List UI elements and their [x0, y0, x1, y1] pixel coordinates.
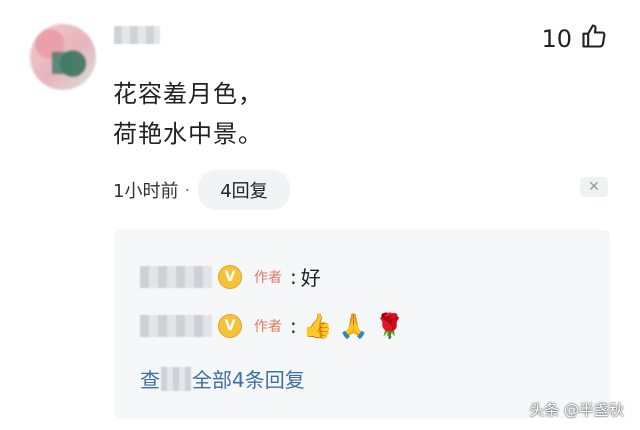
verified-badge-icon: V — [218, 314, 242, 338]
verified-badge-icon: V — [218, 264, 242, 289]
comment-line-1: 花容羞月色， — [113, 80, 263, 108]
like-count: 10 — [541, 25, 572, 53]
comment-line-2: 荷艳水中景。 — [113, 120, 263, 148]
comment-meta: 1小时前 · 4回复 — [113, 170, 290, 210]
close-icon: ✕ — [588, 179, 600, 195]
blurred-text — [161, 366, 191, 391]
author-tag: 作者 — [254, 319, 282, 335]
reply-count-button[interactable]: 4回复 — [198, 170, 290, 210]
close-button[interactable]: ✕ — [580, 177, 608, 197]
reply-username[interactable] — [140, 265, 212, 288]
view-all-suffix: 全部4条回复 — [192, 368, 305, 392]
rose-emoji-icon: 🌹 — [374, 312, 405, 340]
reply-colon: : — [290, 264, 297, 289]
like-button[interactable]: 10 — [541, 22, 608, 56]
comment-text: 花容羞月色， 荷艳水中景。 — [113, 74, 263, 154]
view-all-prefix: 查 — [140, 368, 160, 392]
thumbs-up-emoji-icon: 👍 — [302, 312, 333, 340]
watermark: 头条 @半盏秋 — [529, 401, 624, 419]
comment-avatar[interactable] — [30, 24, 96, 90]
meta-separator: · — [184, 179, 191, 201]
folded-hands-emoji-icon: 🙏 — [338, 312, 369, 340]
reply-text: 好 — [300, 266, 321, 290]
reply-item: V 作者 : 👍 🙏 🌹 — [140, 314, 404, 338]
view-all-replies-link[interactable]: 查 全部4条回复 — [140, 364, 305, 393]
author-tag: 作者 — [254, 269, 282, 286]
reply-item: V 作者 : 好 — [140, 262, 321, 291]
thumbs-up-icon — [580, 22, 608, 56]
reply-colon: : — [290, 314, 297, 338]
comment-username[interactable] — [114, 26, 160, 44]
replies-panel: V 作者 : 好 V 作者 : 👍 🙏 🌹 查 全部4条回复 — [114, 230, 610, 418]
reply-username[interactable] — [140, 315, 212, 337]
comment-time: 1小时前 — [113, 181, 179, 202]
